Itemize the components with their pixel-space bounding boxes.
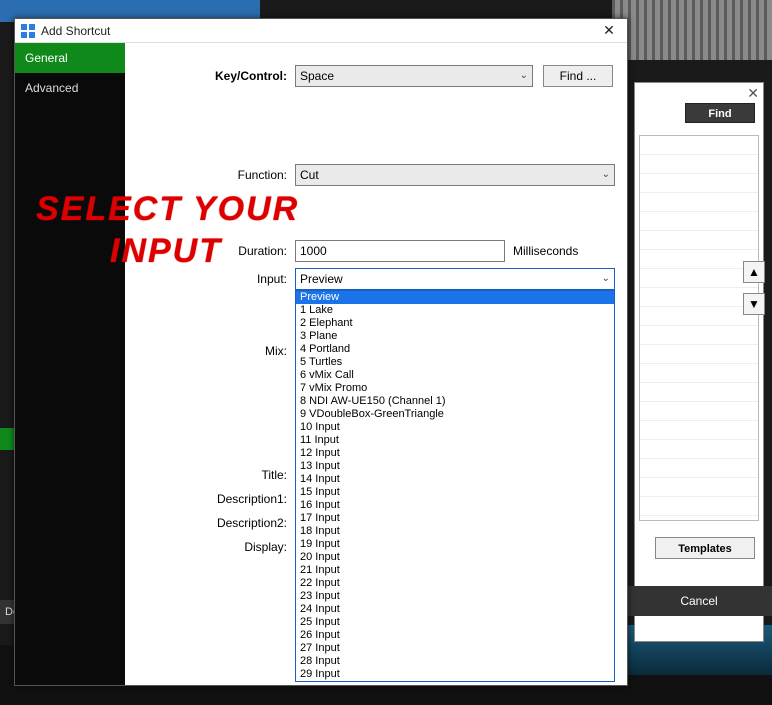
form-area: Key/Control: Space ⌄ Find ... Function: …: [125, 43, 627, 685]
input-option[interactable]: 1 Lake: [296, 304, 614, 317]
sidebar-tab-general[interactable]: General: [15, 43, 125, 73]
move-up-button[interactable]: ▲: [743, 261, 765, 283]
input-option[interactable]: 6 vMix Call: [296, 369, 614, 382]
label-display: Display:: [125, 540, 295, 554]
key-control-select[interactable]: Space ⌄: [295, 65, 533, 87]
input-option[interactable]: 3 Plane: [296, 330, 614, 343]
label-duration: Duration:: [125, 244, 295, 258]
chevron-down-icon: ⌄: [602, 269, 610, 289]
bg-green-accent: [0, 428, 14, 450]
find-button[interactable]: Find ...: [543, 65, 613, 87]
input-option[interactable]: 28 Input: [296, 655, 614, 668]
label-title: Title:: [125, 468, 295, 482]
close-icon[interactable]: ✕: [597, 22, 621, 39]
close-icon[interactable]: ✕: [747, 85, 759, 102]
input-option[interactable]: 21 Input: [296, 564, 614, 577]
input-option[interactable]: 25 Input: [296, 616, 614, 629]
input-option[interactable]: 12 Input: [296, 447, 614, 460]
input-option[interactable]: 19 Input: [296, 538, 614, 551]
move-down-button[interactable]: ▼: [743, 293, 765, 315]
label-description2: Description2:: [125, 516, 295, 530]
window-title: Add Shortcut: [41, 24, 110, 38]
sidebar: General Advanced: [15, 43, 125, 685]
input-option[interactable]: Preview: [296, 291, 614, 304]
input-option[interactable]: 17 Input: [296, 512, 614, 525]
input-select[interactable]: Preview ⌄: [295, 268, 615, 290]
duration-input[interactable]: 1000: [295, 240, 505, 262]
input-option[interactable]: 15 Input: [296, 486, 614, 499]
input-dropdown[interactable]: Preview1 Lake2 Elephant3 Plane4 Portland…: [295, 290, 615, 682]
secondary-panel: ✕ Find ▲ ▼ Templates Cancel: [634, 82, 764, 642]
input-option[interactable]: 5 Turtles: [296, 356, 614, 369]
input-option[interactable]: 16 Input: [296, 499, 614, 512]
cancel-button[interactable]: Cancel: [615, 586, 772, 616]
input-option[interactable]: 26 Input: [296, 629, 614, 642]
input-option[interactable]: 7 vMix Promo: [296, 382, 614, 395]
label-key-control: Key/Control:: [125, 69, 295, 83]
function-select[interactable]: Cut ⌄: [295, 164, 615, 186]
input-option[interactable]: 27 Input: [296, 642, 614, 655]
input-option[interactable]: 10 Input: [296, 421, 614, 434]
input-option[interactable]: 13 Input: [296, 460, 614, 473]
input-option[interactable]: 23 Input: [296, 590, 614, 603]
input-option[interactable]: 29 Input: [296, 668, 614, 681]
function-value: Cut: [300, 165, 319, 185]
templates-button[interactable]: Templates: [655, 537, 755, 559]
find-button[interactable]: Find: [685, 103, 755, 123]
input-option[interactable]: 8 NDI AW-UE150 (Channel 1): [296, 395, 614, 408]
label-input: Input:: [125, 272, 295, 286]
input-selected-value: Preview: [300, 269, 343, 289]
chevron-down-icon: ⌄: [520, 66, 528, 86]
duration-value: 1000: [300, 241, 327, 261]
add-shortcut-dialog: Add Shortcut ✕ General Advanced Key/Cont…: [14, 18, 628, 686]
input-option[interactable]: 14 Input: [296, 473, 614, 486]
label-mix: Mix:: [125, 344, 295, 358]
chevron-down-icon: ⌄: [602, 165, 610, 185]
app-icon: [21, 24, 35, 38]
input-option[interactable]: 4 Portland: [296, 343, 614, 356]
input-option[interactable]: 2 Elephant: [296, 317, 614, 330]
bg-bridge-photo: [612, 0, 772, 60]
label-function: Function:: [125, 168, 295, 182]
label-description1: Description1:: [125, 492, 295, 506]
sidebar-tab-advanced[interactable]: Advanced: [15, 73, 125, 103]
input-option[interactable]: 22 Input: [296, 577, 614, 590]
key-control-value: Space: [300, 66, 334, 86]
label-milliseconds: Milliseconds: [513, 244, 578, 258]
titlebar: Add Shortcut ✕: [15, 19, 627, 43]
templates-list[interactable]: [639, 135, 759, 521]
input-option[interactable]: 18 Input: [296, 525, 614, 538]
input-option[interactable]: 20 Input: [296, 551, 614, 564]
input-option[interactable]: 11 Input: [296, 434, 614, 447]
input-option[interactable]: 9 VDoubleBox-GreenTriangle: [296, 408, 614, 421]
input-option[interactable]: 24 Input: [296, 603, 614, 616]
